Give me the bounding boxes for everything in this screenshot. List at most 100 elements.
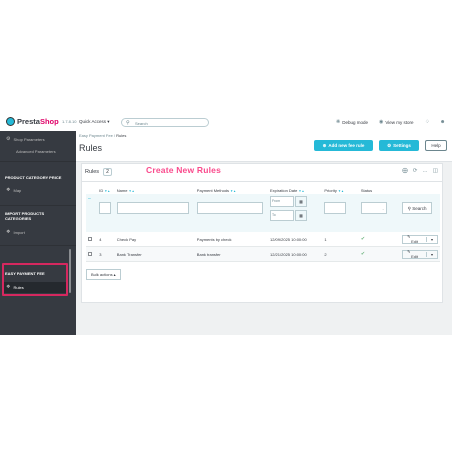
gear-icon: ⚙ (6, 136, 11, 142)
rules-count-badge: 2 (103, 168, 112, 176)
prestashop-logo-icon (6, 117, 15, 126)
status-enabled-icon[interactable]: ✔ (361, 251, 365, 257)
sort-icon[interactable]: ▼▲ (104, 189, 110, 193)
filter-priority-input[interactable] (324, 202, 347, 214)
row-payment: Payments by check (194, 232, 268, 247)
more-icon[interactable]: … (422, 168, 428, 174)
status-enabled-icon[interactable]: ✔ (361, 236, 365, 242)
filter-payment-input[interactable] (196, 202, 263, 214)
notifications-button[interactable]: ♢ (425, 119, 429, 125)
view-store-link[interactable]: ◉ View my store (379, 119, 414, 125)
chevron-down-icon[interactable]: ▾ (425, 251, 437, 257)
eye-icon: ◉ (379, 119, 384, 125)
row-checkbox[interactable] (88, 236, 92, 241)
table-row[interactable]: 4 Check Pay Payments by check 12/09/2025… (86, 232, 440, 247)
column-id[interactable]: ID ▼▲ (97, 186, 115, 194)
sidebar-item-import[interactable]: ❖ Import (6, 229, 25, 235)
table-row[interactable]: 3 Bank Transfer Bank transfer 12/21/2025… (86, 246, 440, 262)
settings-button-label: Settings (393, 143, 411, 148)
logo-shop-text: Shop (39, 117, 59, 126)
version-label: 1.7.8.10 (62, 119, 77, 124)
column-priority[interactable]: Priority ▼▲ (322, 186, 358, 194)
quick-access-menu[interactable]: Quick Access ▾ (79, 119, 110, 125)
breadcrumb-parent[interactable]: Easy Payment Fee (79, 133, 113, 138)
filter-row: – From ▦ To ▦ - ⚲ Search (86, 194, 440, 232)
row-name: Check Pay (114, 232, 195, 247)
sidebar-divider (0, 161, 76, 162)
row-priority: 1 (322, 232, 359, 247)
panel-tools: ⨁ ⟳ … ◫ (402, 168, 438, 174)
search-box[interactable]: ⚲ Search (121, 118, 209, 127)
sidebar-section-import-products: IMPORT PRODUCTS CATEGORIES (5, 211, 45, 221)
debug-mode-label: Debug mode (342, 119, 368, 125)
panel-title: Rules (85, 169, 100, 175)
sidebar-item-label: Map (13, 187, 22, 193)
top-bar: PrestaShop 1.7.8.10 Quick Access ▾ ⚲ Sea… (0, 113, 452, 132)
filter-date-from[interactable]: From (270, 196, 294, 207)
panel-header: Rules 2 (85, 168, 112, 176)
column-status: Status (360, 187, 373, 193)
sort-icon[interactable]: ▼▲ (338, 189, 344, 193)
sidebar-divider (0, 205, 76, 206)
filter-name-input[interactable] (116, 202, 189, 214)
edit-button-group[interactable]: ✎ Edit ▾ (402, 234, 438, 244)
add-new-fee-rule-button[interactable]: ⊕ Add new fee rule (314, 140, 373, 151)
add-button-label: Add new fee rule (328, 143, 365, 148)
search-button[interactable]: ⚲ Search (402, 202, 433, 214)
sidebar: ⚙ Shop Parameters Advanced Parameters PR… (0, 131, 76, 335)
puzzle-icon: ❖ (6, 229, 11, 235)
add-icon[interactable]: ⨁ (402, 168, 408, 174)
highlight-box (2, 263, 68, 296)
bug-icon: ❋ (336, 119, 341, 125)
filter-status-select[interactable]: - (360, 202, 387, 214)
search-icon: ⚲ (126, 120, 130, 126)
sidebar-item-advanced-parameters[interactable]: Advanced Parameters (16, 149, 56, 154)
row-name: Bank Transfer (114, 246, 195, 262)
debug-mode-link[interactable]: ❋ Debug mode (336, 119, 368, 125)
filter-date-to[interactable]: To (270, 210, 294, 221)
filter-id-input[interactable] (99, 202, 112, 214)
sidebar-section-product-category-price: PRODUCT CATEGORY PRICE (5, 175, 62, 180)
settings-button[interactable]: ⚙ Settings (379, 140, 419, 151)
row-priority: 2 (322, 246, 359, 262)
breadcrumb-current: Rules (116, 133, 127, 138)
calendar-icon[interactable]: ▦ (295, 196, 307, 207)
app-window: PrestaShop 1.7.8.10 Quick Access ▾ ⚲ Sea… (0, 113, 452, 335)
prestashop-logo[interactable]: PrestaShop (6, 117, 59, 126)
column-expiration-date[interactable]: Expiration Date ▼▲ (268, 186, 322, 194)
help-button[interactable]: Help (425, 140, 447, 151)
search-button-label: Search (412, 206, 427, 211)
edit-button[interactable]: ✎ Edit (403, 234, 426, 244)
column-payment-methods[interactable]: Payment Methods ▼▲ (195, 186, 268, 194)
sidebar-scrollbar[interactable] (69, 249, 71, 293)
row-checkbox[interactable] (88, 251, 92, 256)
bulk-actions-button[interactable]: Bulk actions ▴ (86, 269, 121, 280)
sort-icon[interactable]: ▼▲ (129, 189, 135, 193)
sort-icon[interactable]: ▼▲ (298, 189, 304, 193)
sort-icon[interactable]: ▼▲ (230, 189, 236, 193)
edit-button[interactable]: ✎ Edit (403, 249, 426, 259)
create-new-rules-callout: Create New Rules (146, 165, 222, 175)
row-id: 4 (97, 232, 115, 247)
gear-icon: ⚙ (387, 142, 392, 148)
row-expiration: 12/21/2025 10:00:00 (268, 246, 323, 262)
puzzle-icon: ❖ (6, 187, 11, 193)
plus-circle-icon: ⊕ (322, 142, 327, 148)
database-icon[interactable]: ◫ (433, 168, 438, 174)
sidebar-item-shop-parameters[interactable]: ⚙ Shop Parameters (6, 136, 45, 142)
column-name[interactable]: Name ▼▲ (115, 186, 195, 194)
page-header: Easy Payment Fee / Rules Rules ⊕ Add new… (76, 131, 452, 162)
refresh-icon[interactable]: ⟳ (413, 168, 418, 174)
chevron-down-icon[interactable]: ▾ (425, 236, 437, 242)
view-store-label: View my store (385, 119, 414, 125)
sidebar-item-label: Import (13, 229, 25, 235)
filter-icon: – (88, 196, 91, 202)
calendar-icon[interactable]: ▦ (295, 210, 307, 221)
table-header-row: ID ▼▲ Name ▼▲ Payment Methods ▼▲ Expirat… (86, 186, 440, 194)
breadcrumb-separator: / (113, 133, 116, 138)
search-placeholder: Search (135, 120, 148, 126)
edit-button-group[interactable]: ✎ Edit ▾ (402, 249, 438, 259)
sidebar-item-map[interactable]: ❖ Map (6, 187, 21, 193)
user-icon: ☻ (440, 119, 446, 125)
account-button[interactable]: ☻ (440, 119, 445, 125)
